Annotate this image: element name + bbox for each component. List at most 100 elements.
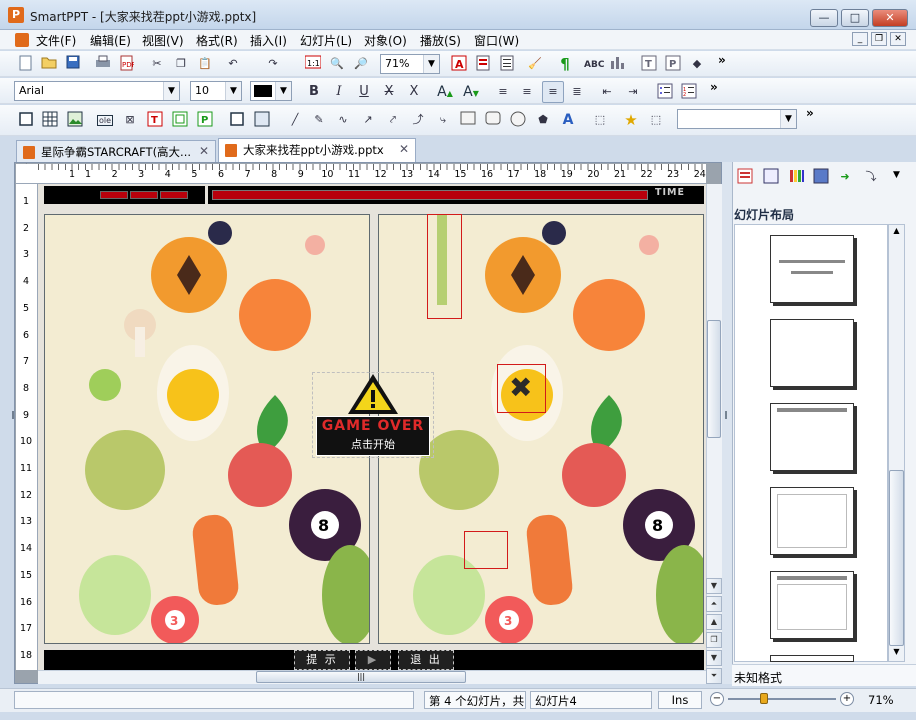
connector-tool-icon[interactable]: ⤤ <box>384 111 402 129</box>
rounded-rect-tool-icon[interactable] <box>484 111 502 129</box>
panel-menu-chevron-icon[interactable]: ▼ <box>893 170 900 180</box>
print-icon[interactable] <box>94 55 112 73</box>
italic-button[interactable]: I <box>330 83 348 101</box>
font-color-select[interactable]: ▼ <box>250 81 292 101</box>
splitter-grip-icon[interactable]: ‖ <box>11 410 15 419</box>
slide-view-icon[interactable]: ❐ <box>706 632 722 648</box>
statistics-icon[interactable] <box>608 55 626 73</box>
close-icon[interactable]: ✕ <box>399 142 409 156</box>
align-center-icon[interactable]: ≡ <box>542 81 564 103</box>
pen-tool-icon[interactable]: ✎ <box>310 111 328 129</box>
zoom-tool-icon[interactable]: 🔍 <box>328 55 346 73</box>
vertical-scroll-thumb[interactable] <box>707 320 721 438</box>
copy-icon[interactable]: ❐ <box>172 55 190 73</box>
chevron-down-icon[interactable]: ▼ <box>275 82 291 100</box>
ellipse-tool-icon[interactable] <box>509 111 527 129</box>
elbow-connector-icon[interactable]: ⤴ <box>409 111 427 129</box>
menu-view[interactable]: 视图(V) <box>142 32 184 49</box>
difference-marker[interactable] <box>464 531 508 569</box>
bold-button[interactable]: B <box>305 83 323 101</box>
table-icon[interactable] <box>41 111 59 129</box>
chevron-down-icon[interactable]: ▼ <box>225 82 241 100</box>
redo-icon[interactable]: ↷ <box>264 55 282 73</box>
menu-file[interactable]: 文件(F) <box>36 32 76 49</box>
arrange-icon[interactable] <box>253 111 271 129</box>
select-tool-icon[interactable]: ⬚ <box>647 111 665 129</box>
spellcheck-icon[interactable]: ABC <box>584 55 604 73</box>
layout-partial[interactable] <box>770 655 854 662</box>
double-strikethrough-button[interactable]: X <box>405 83 423 101</box>
star-effect-icon[interactable]: ★ <box>622 111 640 129</box>
format-painter-icon[interactable] <box>474 55 492 73</box>
insert-mode-status[interactable]: Ins <box>658 691 702 709</box>
arrow-tool-icon[interactable]: ↗ <box>359 111 377 129</box>
close-icon[interactable]: ✕ <box>199 144 209 158</box>
3d-object-icon[interactable]: ◆ <box>688 55 706 73</box>
open-folder-icon[interactable] <box>40 55 58 73</box>
slide-frame-icon[interactable] <box>228 111 246 129</box>
horizontal-scroll-thumb[interactable]: ||| <box>256 671 466 683</box>
mdi-minimize-button[interactable]: _ <box>852 32 868 46</box>
shrink-font-icon[interactable]: A▼ <box>462 83 480 101</box>
chevron-down-icon[interactable]: ▼ <box>423 55 439 73</box>
save-icon[interactable] <box>64 55 82 73</box>
pdf-export-icon[interactable]: PDF <box>118 55 136 73</box>
panel-layout-icon[interactable] <box>736 168 754 186</box>
curved-connector-icon[interactable]: ⤷ <box>434 111 452 129</box>
scroll-down-icon[interactable]: ▼ <box>706 650 722 666</box>
underline-button[interactable]: U <box>355 83 373 101</box>
toolbar3-overflow[interactable]: » <box>806 106 814 120</box>
menu-object[interactable]: 对象(O) <box>364 32 407 49</box>
image-insert-icon[interactable] <box>66 111 84 129</box>
next-slide-icon[interactable]: ⏷ <box>706 668 722 684</box>
menu-edit[interactable]: 编辑(E) <box>90 32 131 49</box>
mdi-close-button[interactable]: ✕ <box>890 32 906 46</box>
wordart-icon[interactable]: A <box>559 111 577 129</box>
zoom-in-icon[interactable]: + <box>840 692 854 706</box>
paragraph-mark-icon[interactable]: ¶ <box>556 55 574 73</box>
panel-color-icon[interactable] <box>788 168 806 186</box>
paste-icon[interactable]: 📋 <box>196 55 214 73</box>
scroll-up-arrow-icon[interactable]: ▲ <box>889 226 904 240</box>
select-group-icon[interactable]: ⬚ <box>591 111 609 129</box>
chart-object-icon[interactable]: ⊠ <box>121 111 139 129</box>
layout-blank[interactable] <box>770 319 854 387</box>
toolbar2-overflow[interactable]: » <box>710 80 718 94</box>
shapes-tool-icon[interactable]: ⬟ <box>534 111 552 129</box>
mdi-restore-button[interactable]: ❐ <box>871 32 887 46</box>
font-name-select[interactable]: Arial ▼ <box>14 81 180 101</box>
panel-background-icon[interactable] <box>812 168 830 186</box>
decrease-indent-icon[interactable]: ⇤ <box>598 83 616 101</box>
undo-icon[interactable]: ↶ <box>224 55 242 73</box>
layout-title-top[interactable] <box>770 403 854 471</box>
grow-font-icon[interactable]: A▲ <box>436 83 454 101</box>
ole-object-icon[interactable]: ole <box>96 111 114 129</box>
curve-tool-icon[interactable]: ∿ <box>334 111 352 129</box>
menu-insert[interactable]: 插入(I) <box>250 32 287 49</box>
chevron-down-icon[interactable]: ▼ <box>780 110 796 128</box>
panel-design-icon[interactable] <box>762 168 780 186</box>
layout-title-content[interactable] <box>770 571 854 639</box>
search-icon[interactable]: 🔎 <box>352 55 370 73</box>
maximize-button[interactable]: □ <box>841 9 869 27</box>
text-frame-icon[interactable]: T <box>146 111 164 129</box>
zoom-slider-thumb[interactable] <box>760 693 768 704</box>
panel-transition-icon[interactable]: ⤵ <box>862 168 880 186</box>
close-button[interactable]: ✕ <box>872 9 908 27</box>
layout-scroll-thumb[interactable] <box>889 470 904 646</box>
bullet-list-icon[interactable] <box>656 83 674 101</box>
panel-splitter[interactable] <box>722 162 732 684</box>
layout-content-box[interactable] <box>770 487 854 555</box>
picture-frame-icon[interactable]: P <box>196 111 214 129</box>
picture-icon[interactable]: P <box>664 55 682 73</box>
chevron-down-icon[interactable]: ▼ <box>163 82 179 100</box>
difference-marker[interactable] <box>427 214 462 319</box>
previous-slide-icon[interactable]: ⏶ <box>706 596 722 612</box>
font-size-select[interactable]: 10 ▼ <box>190 81 242 101</box>
new-file-icon[interactable] <box>17 55 35 73</box>
frame-icon[interactable] <box>17 111 35 129</box>
zoom-select[interactable]: 71% ▼ <box>380 54 440 74</box>
layout-title-only[interactable] <box>770 235 854 303</box>
menu-window[interactable]: 窗口(W) <box>474 32 519 49</box>
cut-icon[interactable]: ✂ <box>148 55 166 73</box>
